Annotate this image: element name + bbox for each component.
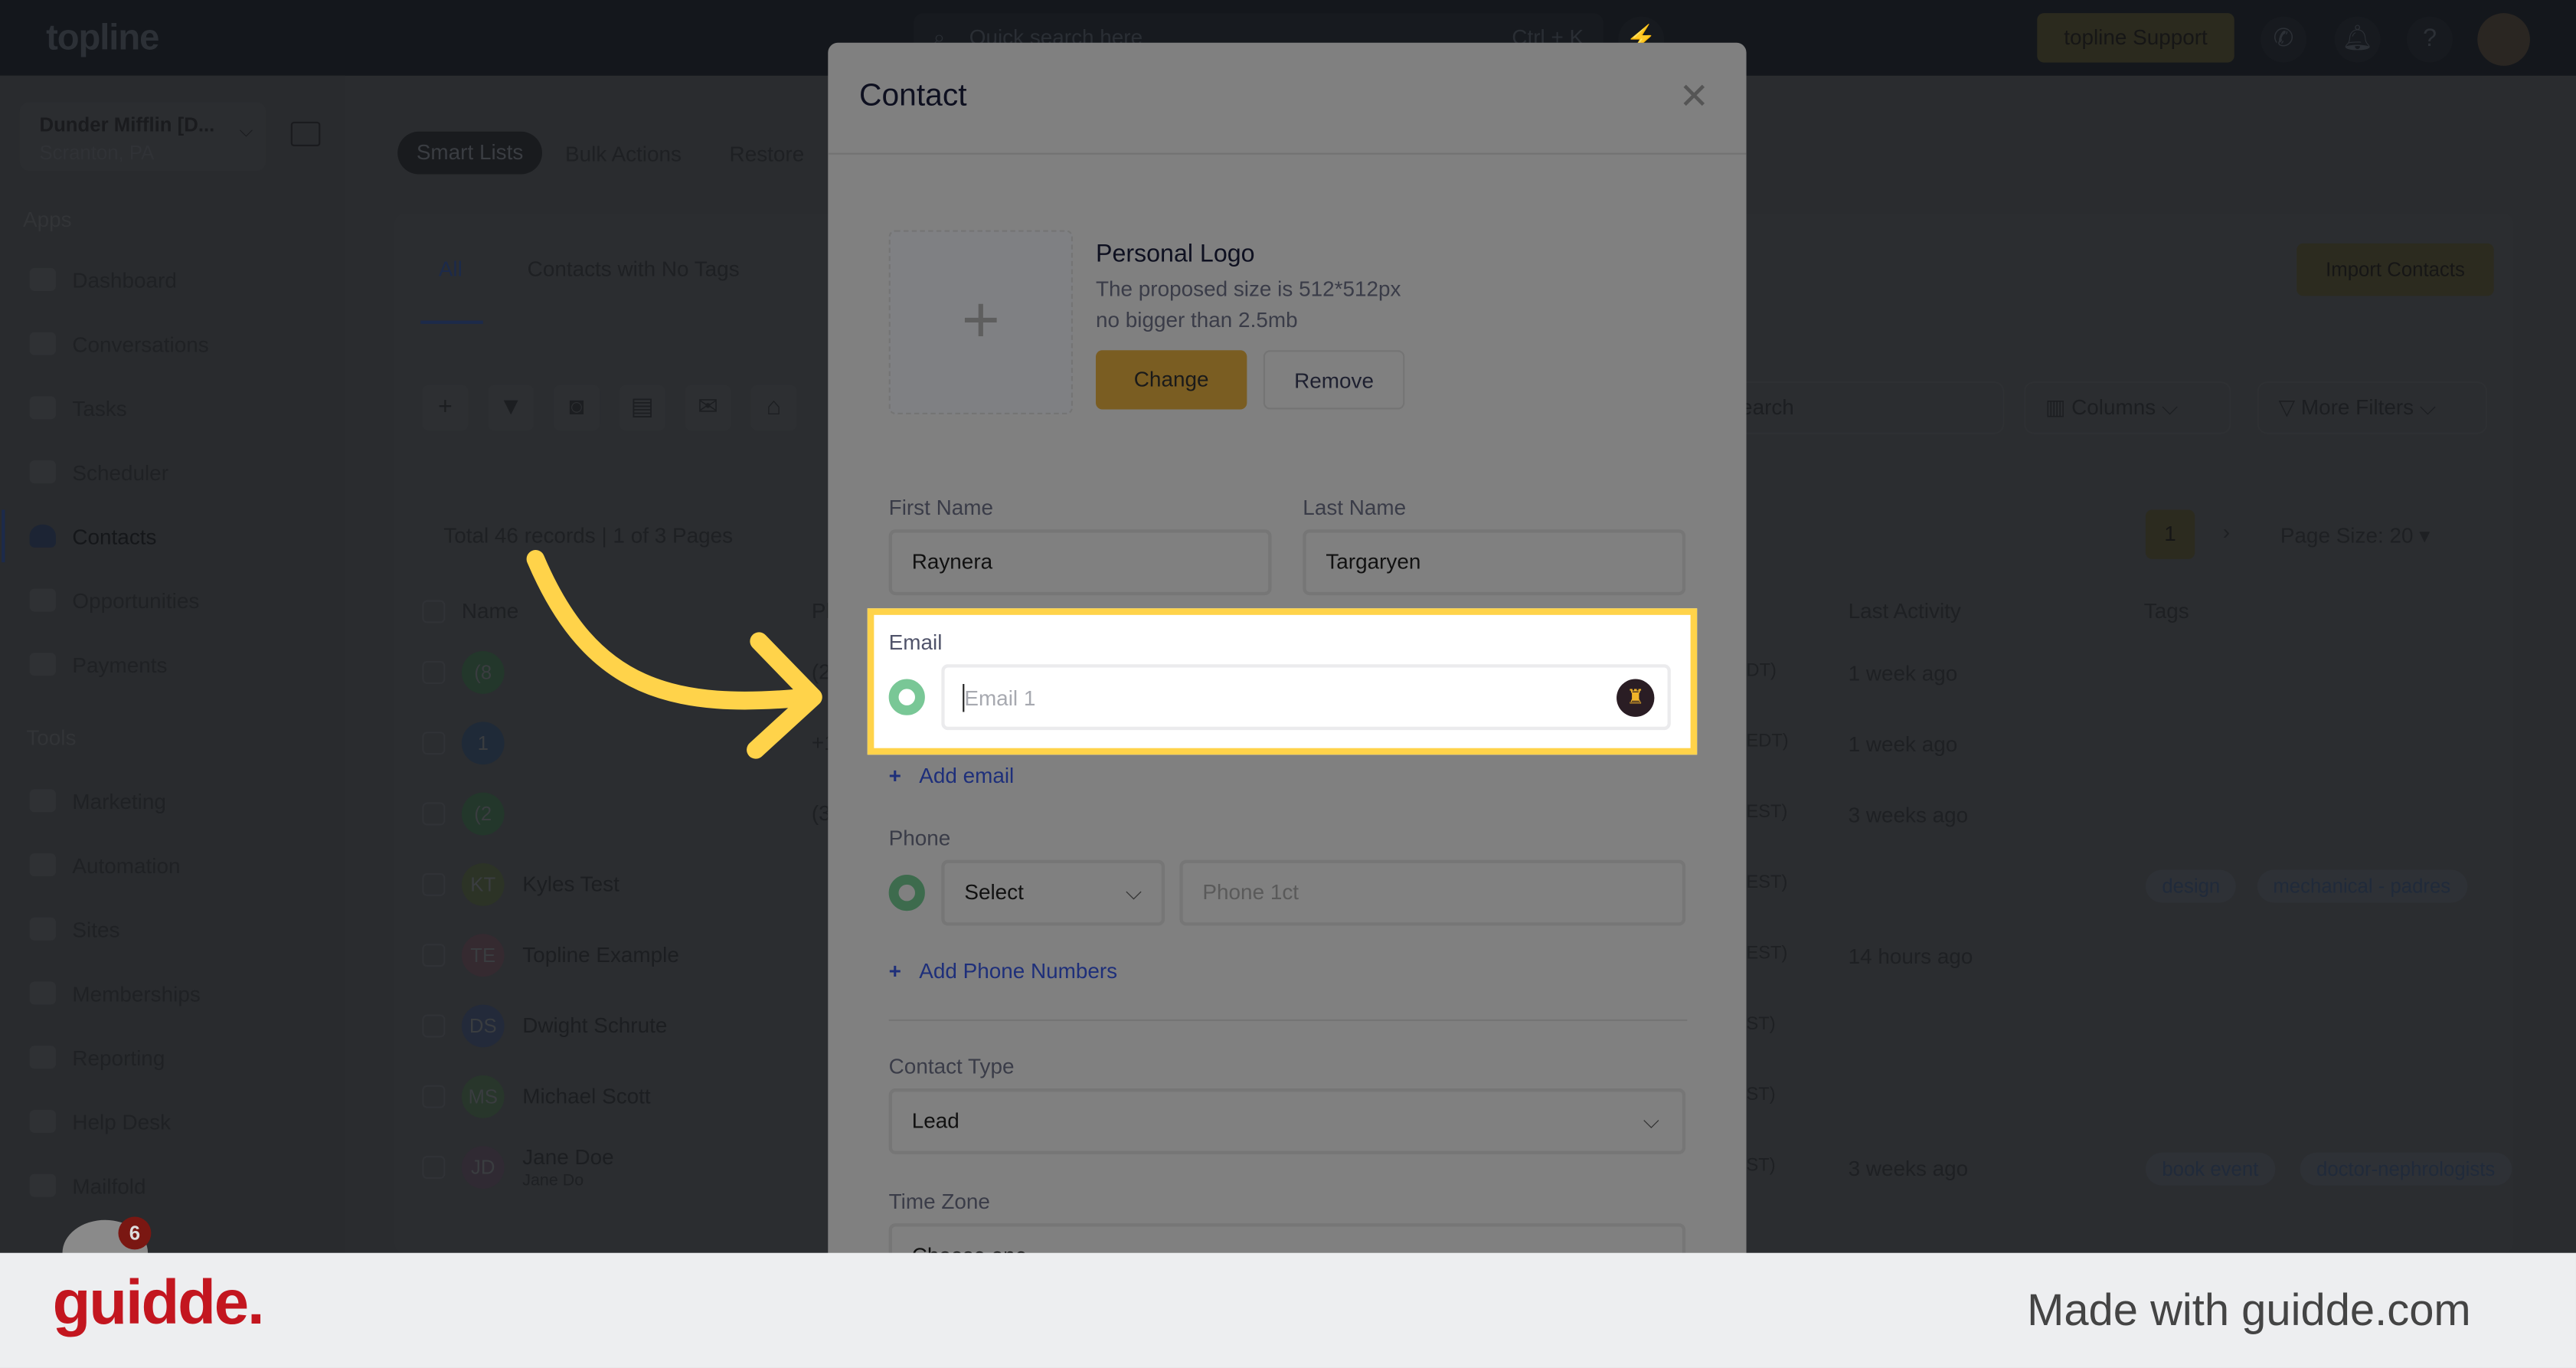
screen: topline ⌕ Quick search here Ctrl + K ⚡ t… — [0, 0, 2576, 1368]
guidde-logo: guidde. — [52, 1269, 265, 1339]
pointer-arrow — [526, 550, 822, 759]
made-with-text: Made with guidde.com — [2027, 1285, 2471, 1336]
